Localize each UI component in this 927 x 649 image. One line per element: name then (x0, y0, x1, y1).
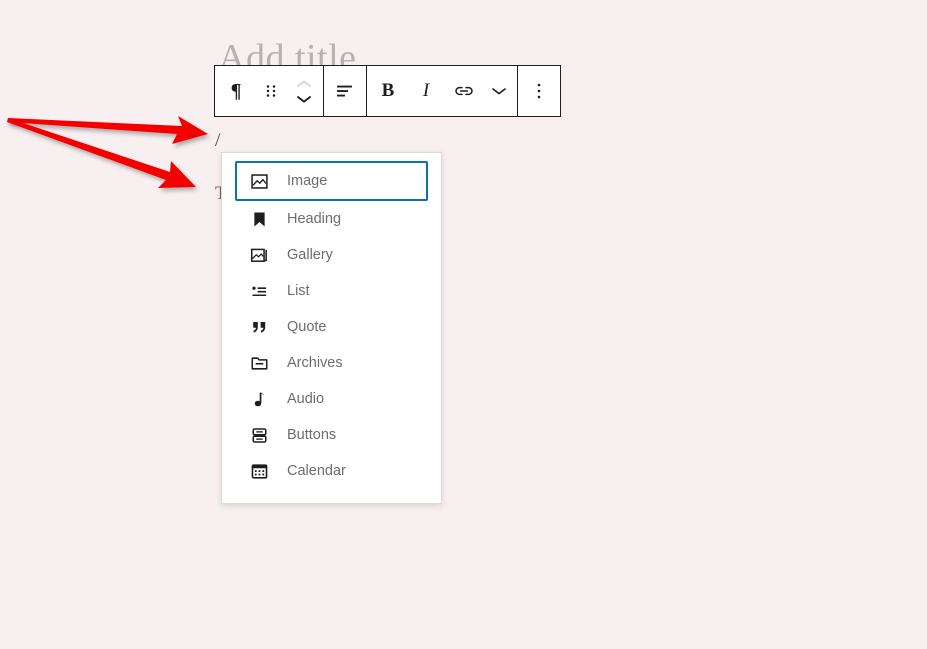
inserter-item-label: Buttons (287, 427, 337, 443)
calendar-icon (249, 461, 269, 481)
italic-icon[interactable]: I (407, 66, 445, 116)
bold-glyph: B (381, 80, 395, 101)
paragraph-icon[interactable]: ¶ (217, 66, 255, 116)
bold-icon[interactable]: B (369, 66, 407, 116)
more-vertical-icon[interactable] (520, 66, 558, 116)
archives-icon (249, 353, 269, 373)
inserter-item-label: Archives (287, 355, 343, 371)
inserter-item-audio[interactable]: Audio (235, 381, 428, 417)
inserter-item-label: Quote (287, 319, 327, 335)
inserter-item-label: Gallery (287, 247, 333, 263)
chevron-down-mover-icon[interactable] (296, 91, 312, 106)
inserter-block-list: Image Heading Gallery List Quote Archive… (222, 161, 441, 489)
chevron-up-icon[interactable] (296, 76, 312, 91)
inserter-item-image[interactable]: Image (235, 161, 428, 201)
arrow-to-slash (8, 116, 208, 144)
chevron-down-icon[interactable] (483, 66, 515, 116)
inserter-item-label: Calendar (287, 463, 346, 479)
drag-handle-icon[interactable] (255, 66, 287, 116)
toolbar-group-options (518, 66, 560, 116)
quote-icon (249, 317, 269, 337)
arrow-to-inserter (7, 118, 196, 188)
inserter-item-heading[interactable]: Heading (235, 201, 428, 237)
inserter-item-list[interactable]: List (235, 273, 428, 309)
paragraph-glyph: ¶ (230, 79, 242, 102)
toolbar-group-alignment (324, 66, 367, 116)
paragraph-block-with-slash[interactable]: / (215, 130, 220, 152)
toolbar-group-text-formatting: B I (367, 66, 518, 116)
move-up-down-icon[interactable] (287, 66, 321, 116)
editor-canvas: Add title / T ¶ (0, 0, 927, 649)
align-left-icon[interactable] (326, 66, 364, 116)
inserter-item-label: List (287, 283, 310, 299)
italic-glyph: I (422, 80, 430, 101)
inserter-item-buttons[interactable]: Buttons (235, 417, 428, 453)
block-toolbar: ¶ B I (214, 65, 561, 117)
inserter-item-quote[interactable]: Quote (235, 309, 428, 345)
inserter-item-label: Heading (287, 211, 342, 227)
annotation-arrows (7, 116, 208, 188)
list-icon (249, 281, 269, 301)
inserter-item-archives[interactable]: Archives (235, 345, 428, 381)
inserter-item-gallery[interactable]: Gallery (235, 237, 428, 273)
slash-inserter-popover: Image Heading Gallery List Quote Archive… (221, 152, 442, 504)
link-icon[interactable] (445, 66, 483, 116)
gallery-icon (249, 245, 269, 265)
inserter-item-label: Audio (287, 391, 325, 407)
buttons-icon (249, 425, 269, 445)
toolbar-group-block-controls: ¶ (215, 66, 324, 116)
inserter-item-calendar[interactable]: Calendar (235, 453, 428, 489)
image-icon (249, 171, 269, 191)
audio-icon (249, 389, 269, 409)
heading-icon (249, 209, 269, 229)
inserter-item-label: Image (287, 173, 328, 189)
